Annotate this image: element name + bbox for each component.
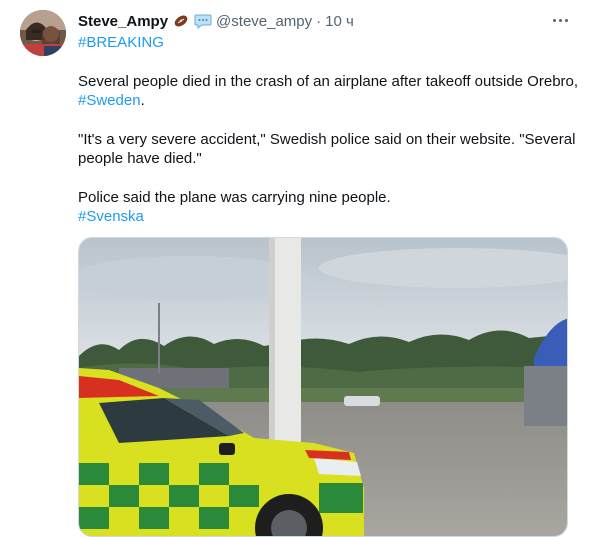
tweet-text-line: #BREAKING — [78, 33, 164, 52]
tweet-text-paragraph-3: Police said the plane was carrying nine … — [78, 188, 391, 226]
paragraph-2-line-2: people have died." — [78, 150, 202, 167]
display-name[interactable]: Steve_Ampy — [78, 13, 168, 30]
tweet-card[interactable]: Steve_Ampy @steve_ampy · 10 ч #BREAKING — [0, 0, 590, 537]
hashtag-svenska[interactable]: #Svenska — [78, 208, 144, 225]
football-icon — [173, 13, 189, 29]
paragraph-3-text: Police said the plane was carrying nine … — [78, 189, 391, 206]
paragraph-1-text: Several people died in the crash of an a… — [78, 73, 579, 90]
hashtag-breaking[interactable]: #BREAKING — [78, 34, 164, 51]
separator-dot: · — [316, 12, 322, 30]
hashtag-sweden[interactable]: #Sweden — [78, 92, 141, 109]
more-options-icon[interactable] — [548, 10, 572, 30]
paragraph-1-end: . — [140, 92, 145, 109]
avatar[interactable] — [20, 10, 66, 56]
tweet-text-paragraph-1: Several people died in the crash of an a… — [78, 72, 578, 110]
tweet-text-paragraph-2: "It's a very severe accident," Swedish p… — [78, 130, 575, 168]
paragraph-2-line-1: "It's a very severe accident," Swedish p… — [78, 131, 576, 148]
tweet-media-video[interactable] — [78, 237, 568, 537]
user-handle[interactable]: @steve_ampy — [216, 13, 312, 30]
speech-bubble-icon — [194, 13, 212, 29]
tweet-header: Steve_Ampy @steve_ampy · 10 ч — [78, 11, 354, 31]
timestamp[interactable]: 10 ч — [325, 13, 354, 30]
